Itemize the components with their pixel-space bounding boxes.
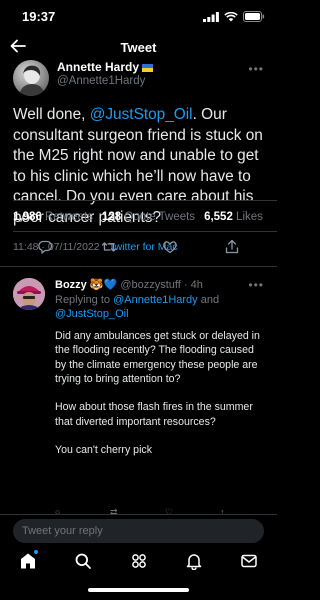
more-options-icon[interactable]: ••• [248,62,264,76]
blue-heart-emoji-icon: 💙 [103,279,118,291]
reply-header: Bozzy 🐯💙 @bozzystuff · 4h [55,279,203,291]
likes-stat[interactable]: 6,552 Likes [204,211,263,223]
mail-icon [241,554,257,568]
spaces-icon [132,554,146,568]
bell-icon [186,554,202,570]
author-name-text: Annette Hardy [57,60,140,74]
reply-more-options-icon[interactable]: ••• [248,278,264,292]
mention-link[interactable]: @JustStop_Oil [90,106,193,123]
quotes-stat[interactable]: 128 Quote Tweets [102,211,195,223]
tab-messages[interactable] [238,550,260,572]
tab-spaces[interactable] [128,550,150,572]
reply-icon[interactable] [37,239,53,255]
ukraine-flag-icon [142,63,154,72]
retweets-stat[interactable]: 1,986 Retweets [13,211,93,223]
share-icon[interactable] [224,239,240,255]
status-icons [203,11,265,22]
page-title: Tweet [120,40,157,55]
status-time: 19:37 [22,9,56,24]
reply-share-icon[interactable]: ↑ [220,507,225,514]
replying-and: and [200,294,220,306]
tweet-text: Well done, @JustStop_Oil. Our consultant… [13,105,269,228]
reply-paragraph: How about those flash fires in the summe… [55,401,253,428]
cellular-signal-icon [203,11,219,22]
retweet-icon[interactable] [101,239,117,255]
reply-author-handle[interactable]: @bozzystuff [120,279,181,291]
divider [13,231,277,232]
divider [13,200,277,201]
status-bar: 19:37 [0,0,277,34]
reply-avatar-photo [13,278,45,310]
tweet-text-start: Well done, [13,106,90,123]
avatar-photo [19,65,45,96]
top-nav-bar: Tweet [0,34,277,60]
replying-mention-1[interactable]: @Annette1Hardy [113,294,198,306]
tab-notifications[interactable] [183,550,205,572]
replying-to: Replying to @Annette1Hardy and @JustStop… [55,293,265,321]
search-icon [75,553,91,569]
reply-paragraph: Did any ambulances get stuck or delayed … [55,330,260,385]
reply-author-name[interactable]: Bozzy [55,279,87,291]
reply-actions: ○ ⇄ ♡ ↑ [55,507,265,514]
tweet-stats: 1,986 Retweets 128 Quote Tweets 6,552 Like… [13,211,263,223]
reply-composer [0,514,277,546]
replying-mention-2[interactable]: @JustStop_Oil [55,308,129,320]
author-handle[interactable]: @Annette1Hardy [57,75,145,87]
author-name[interactable]: Annette Hardy [57,60,154,74]
heart-icon[interactable] [162,239,178,255]
reply-tweet[interactable]: Bozzy 🐯💙 @bozzystuff · 4h ••• Replying t… [0,269,277,514]
divider [0,266,277,267]
replying-prefix: Replying to [55,294,111,306]
tab-home[interactable] [17,550,39,572]
tab-search[interactable] [72,550,94,572]
tweet-reply-input[interactable] [13,519,264,543]
reply-age: 4h [190,279,203,291]
author-avatar[interactable] [13,60,49,96]
home-icon [21,553,35,569]
tweet-text-end: . Our consultant surgeon friend is stuck… [13,106,263,226]
home-notification-dot [34,550,38,554]
reply-avatar[interactable] [13,278,45,310]
reply-text: Did any ambulances get stuck or delayed … [55,329,267,472]
wifi-icon [224,11,238,21]
battery-icon [243,11,265,22]
reply-paragraph: You can't cherry pick [55,444,153,457]
reply-retweet-icon[interactable]: ⇄ [110,507,118,514]
reply-heart-icon[interactable]: ♡ [165,507,173,514]
home-indicator[interactable] [88,588,189,592]
bottom-tab-bar [0,546,277,576]
tiger-emoji-icon: 🐯 [89,279,104,291]
tweet-actions [0,239,277,259]
reply-reply-icon[interactable]: ○ [55,507,60,514]
